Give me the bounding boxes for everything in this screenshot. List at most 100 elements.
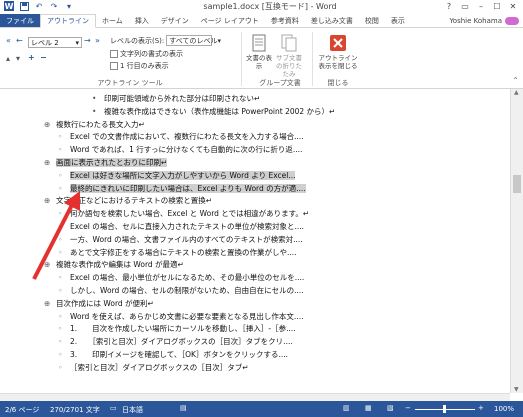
expand-symbol-icon[interactable]: ⊕ (44, 119, 56, 131)
expand-icon[interactable]: + (28, 53, 35, 62)
page-indicator[interactable]: 2/6 ページ (5, 405, 39, 415)
tab-home[interactable]: ホーム (96, 14, 129, 27)
print-layout-icon[interactable]: ▦ (365, 404, 372, 412)
outline-body-line[interactable]: ◦ 2. ［索引と目次］ダイアログボックスの［目次］タブをクリ.... (58, 336, 293, 348)
move-down-icon[interactable]: ▾ (16, 54, 20, 63)
bullet-icon[interactable]: ◦ (58, 323, 70, 335)
outline-heading[interactable]: ⊕ 画面に表示されたとおりに印刷↵ (44, 157, 168, 169)
bullet-icon[interactable]: • (92, 106, 104, 118)
show-level-label: レベルの表示(S): (110, 36, 165, 45)
tab-file[interactable]: ファイル (0, 14, 40, 27)
help-icon[interactable]: ? (441, 0, 457, 13)
expand-symbol-icon[interactable]: ⊕ (44, 298, 56, 310)
outline-text: Word を使えば、あらかじめ文書に必要な要素となる見出し作本文.... (70, 311, 304, 321)
save-icon[interactable] (19, 1, 29, 11)
bullet-icon[interactable]: ◦ (58, 144, 70, 156)
outline-body-line[interactable]: • 印刷可能領域から外れた部分は印刷されない↵ (92, 93, 260, 105)
bullet-icon[interactable]: ◦ (58, 336, 70, 348)
group-separator (241, 32, 242, 86)
proofing-icon[interactable]: ▭ (110, 404, 117, 412)
close-outline-view-button[interactable]: アウトライン表示を閉じる (318, 34, 358, 70)
collapse-ribbon-icon[interactable]: ⌃ (512, 76, 519, 85)
tab-insert[interactable]: 挿入 (129, 14, 155, 27)
outline-body-line[interactable]: ◦ ［索引と目次］ダイアログボックスの［目次］タブ↵ (58, 362, 249, 374)
outline-heading[interactable]: ⊕ 目次作成には Word が便利↵ (44, 298, 154, 310)
bullet-icon[interactable]: ◦ (58, 349, 70, 361)
collapse-subdocuments-button[interactable]: サブ文書の折りたたみ (274, 34, 304, 78)
show-level-select[interactable]: すべてのレベル ▾ (166, 35, 221, 46)
show-document-button[interactable]: 文書の表示 (245, 34, 273, 70)
zoom-out-icon[interactable]: − (405, 404, 411, 412)
outline-body-line[interactable]: ◦ 何か語句を検索したい場合、Excel と Word とでは相違があります。↵ (58, 208, 309, 220)
bullet-icon[interactable]: ◦ (58, 285, 70, 297)
demote-to-body-icon[interactable]: » (95, 36, 100, 45)
ribbon-display-icon[interactable]: ▭ (457, 0, 473, 13)
outline-body-line[interactable]: ◦ Word を使えば、あらかじめ文書に必要な要素となる見出し作本文.... (58, 311, 303, 323)
language-indicator[interactable]: 日本語 (122, 405, 143, 415)
promote-to-heading-icon[interactable]: « (6, 36, 11, 45)
show-first-line-only-checkbox[interactable]: 1 行目のみ表示 (110, 61, 169, 71)
document-icon (252, 34, 266, 52)
undo-icon[interactable]: ↶ (34, 1, 44, 11)
zoom-in-icon[interactable]: + (478, 404, 484, 412)
tab-mailings[interactable]: 差し込み文書 (305, 14, 359, 27)
checkbox-icon (110, 50, 118, 58)
outline-body-line[interactable]: ◦ 3. 印刷イメージを確認して、［OK］ボタンをクリックする.... (58, 349, 288, 361)
zoom-level[interactable]: 100% (494, 405, 514, 413)
outline-body-line[interactable]: ◦ Excel での文書作成において、複数行にわたる長文を入力する場合.... (58, 131, 304, 143)
outline-body-line[interactable]: ◦ Excel は好きな場所に文字入力がしやすいから Word より Excel.… (58, 170, 296, 182)
outline-level-select[interactable]: レベル 2 ▾ (28, 37, 82, 48)
show-text-formatting-checkbox[interactable]: 文字列の書式の表示 (110, 49, 183, 59)
bullet-icon[interactable]: ◦ (58, 131, 70, 143)
bullet-icon[interactable]: ◦ (58, 170, 70, 182)
outline-tools-group-label: アウトライン ツール (97, 79, 163, 87)
user-account[interactable]: Yoshie Kohama (449, 14, 523, 27)
word-count[interactable]: 270/2701 文字 (50, 405, 100, 415)
scroll-down-icon[interactable]: ▼ (514, 386, 519, 393)
bullet-icon[interactable]: ◦ (58, 362, 70, 374)
demote-icon[interactable]: → (84, 36, 91, 45)
read-mode-icon[interactable]: ▥ (343, 404, 350, 412)
customize-qat-icon[interactable]: ▾ (64, 1, 74, 11)
outline-body-line[interactable]: ◦Excel の場合、セルに直接入力されたテキストの単位が検索対象と.... (58, 221, 304, 233)
close-button[interactable]: ✕ (505, 0, 521, 13)
move-up-icon[interactable]: ▴ (6, 54, 10, 63)
tab-view[interactable]: 表示 (385, 14, 411, 27)
promote-icon[interactable]: ← (16, 36, 23, 45)
zoom-slider-thumb[interactable] (443, 405, 446, 413)
bullet-icon[interactable]: ◦ (58, 311, 70, 323)
tab-outline[interactable]: アウトライン (40, 14, 96, 28)
outline-heading[interactable]: ⊕ 複数行にわたる長文入力↵ (44, 119, 145, 131)
document-area[interactable]: • 印刷可能領域から外れた部分は印刷されない↵ • 複雑な表作成はできない（表作成機能… (0, 89, 510, 393)
outline-body-line[interactable]: • 複雑な表作成はできない（表作成機能は PowerPoint 2002 から）↵ (92, 106, 335, 118)
outline-body-line[interactable]: ◦ 1. 目次を作成したい場所にカーソルを移動し、［挿入］-［参.... (58, 323, 296, 335)
outline-body-line[interactable]: ◦ 一方、Word の場合、文書ファイル内のすべてのテキストが検索対.... (58, 234, 303, 246)
outline-text: 2. ［索引と目次］ダイアログボックスの［目次］タブをクリ.... (70, 337, 293, 347)
vertical-scrollbar[interactable]: ▲ ▼ (510, 89, 523, 393)
web-layout-icon[interactable]: ▧ (387, 404, 394, 412)
outline-text: あとで文字修正をする場合にテキストの検索と置換の作業がしや.... (70, 247, 297, 257)
outline-body-line[interactable]: ◦ あとで文字修正をする場合にテキストの検索と置換の作業がしや.... (58, 247, 297, 259)
collapse-icon[interactable]: − (40, 53, 47, 62)
ribbon-tabs: ファイル アウトライン ホーム 挿入 デザイン ページ レイアウト 参考資料 差… (0, 14, 523, 28)
scroll-thumb[interactable] (513, 175, 521, 193)
close-icon (330, 35, 346, 51)
show-level-control[interactable]: レベルの表示(S): すべてのレベル ▾ (110, 35, 221, 46)
outline-body-line[interactable]: ◦ しかし、Word の場合、セルの制限がないため、自由自在にセルの.... (58, 285, 304, 297)
tab-references[interactable]: 参考資料 (265, 14, 305, 27)
tab-page-layout[interactable]: ページ レイアウト (195, 14, 265, 27)
ribbon-outline-tools: « ← レベル 2 ▾ → » ▴ ▾ + − レベルの表示(S): すべてのレ… (0, 28, 523, 89)
bullet-icon[interactable]: • (92, 93, 104, 105)
outline-body-line[interactable]: ◦ 最終的にきれいに印刷したい場合は、Excel よりも Word の方が適...… (58, 183, 306, 195)
outline-text: 一方、Word の場合、文書ファイル内のすべてのテキストが検索対.... (70, 234, 303, 244)
scroll-up-icon[interactable]: ▲ (514, 89, 519, 96)
tab-design[interactable]: デザイン (155, 14, 195, 27)
expand-symbol-icon[interactable]: ⊕ (44, 157, 56, 169)
maximize-button[interactable]: ☐ (489, 0, 505, 13)
tab-review[interactable]: 校閲 (359, 14, 385, 27)
macro-icon[interactable]: ▤ (180, 404, 187, 412)
outline-body-line[interactable]: ◦ Word であれば、1 行すっに分けなくても自動的に次の行に折り返.... (58, 144, 302, 156)
minimize-button[interactable]: – (473, 0, 489, 13)
redo-icon[interactable]: ↷ (49, 1, 59, 11)
outline-body-line[interactable]: ◦ Excel の場合、最小単位がセルになるため、その最小単位のセルを.... (58, 272, 304, 284)
